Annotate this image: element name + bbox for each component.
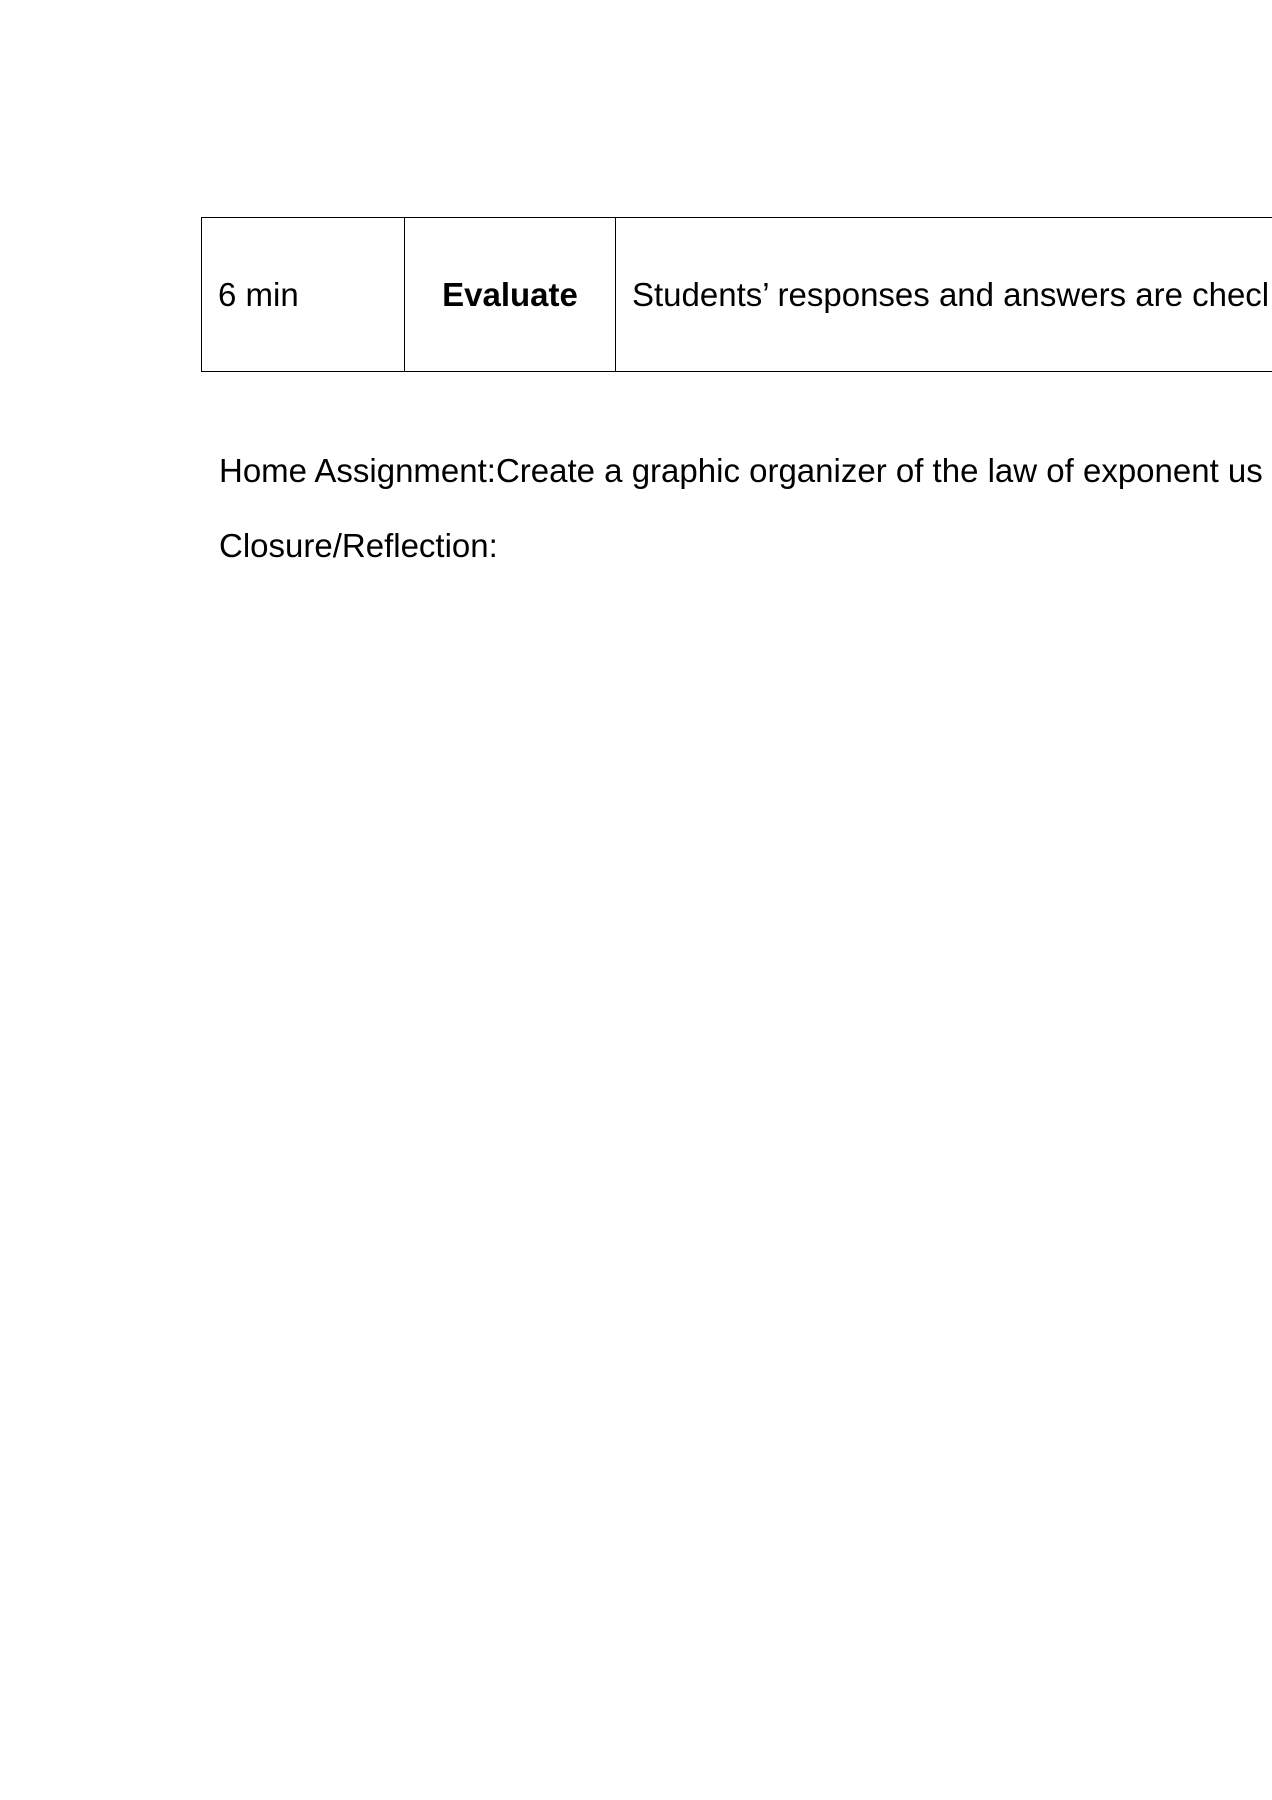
phase-cell: Evaluate bbox=[404, 217, 616, 372]
lesson-plan-table: 6 min Evaluate Students’ responses and a… bbox=[201, 217, 1272, 372]
description-cell: Students’ responses and answers are chec… bbox=[615, 217, 1272, 372]
closure-label: Closure/Reflection: bbox=[219, 527, 498, 564]
home-assignment-label: Home Assignment: bbox=[219, 452, 496, 489]
table-row: 6 min Evaluate Students’ responses and a… bbox=[201, 217, 1272, 372]
closure-reflection: Closure/Reflection: bbox=[219, 527, 498, 565]
home-assignment-text: Create a graphic organizer of the law of… bbox=[495, 452, 1263, 489]
time-cell: 6 min bbox=[201, 217, 405, 372]
document-page: 6 min Evaluate Students’ responses and a… bbox=[0, 0, 1272, 1800]
home-assignment: Home Assignment:Create a graphic organiz… bbox=[219, 452, 1263, 490]
